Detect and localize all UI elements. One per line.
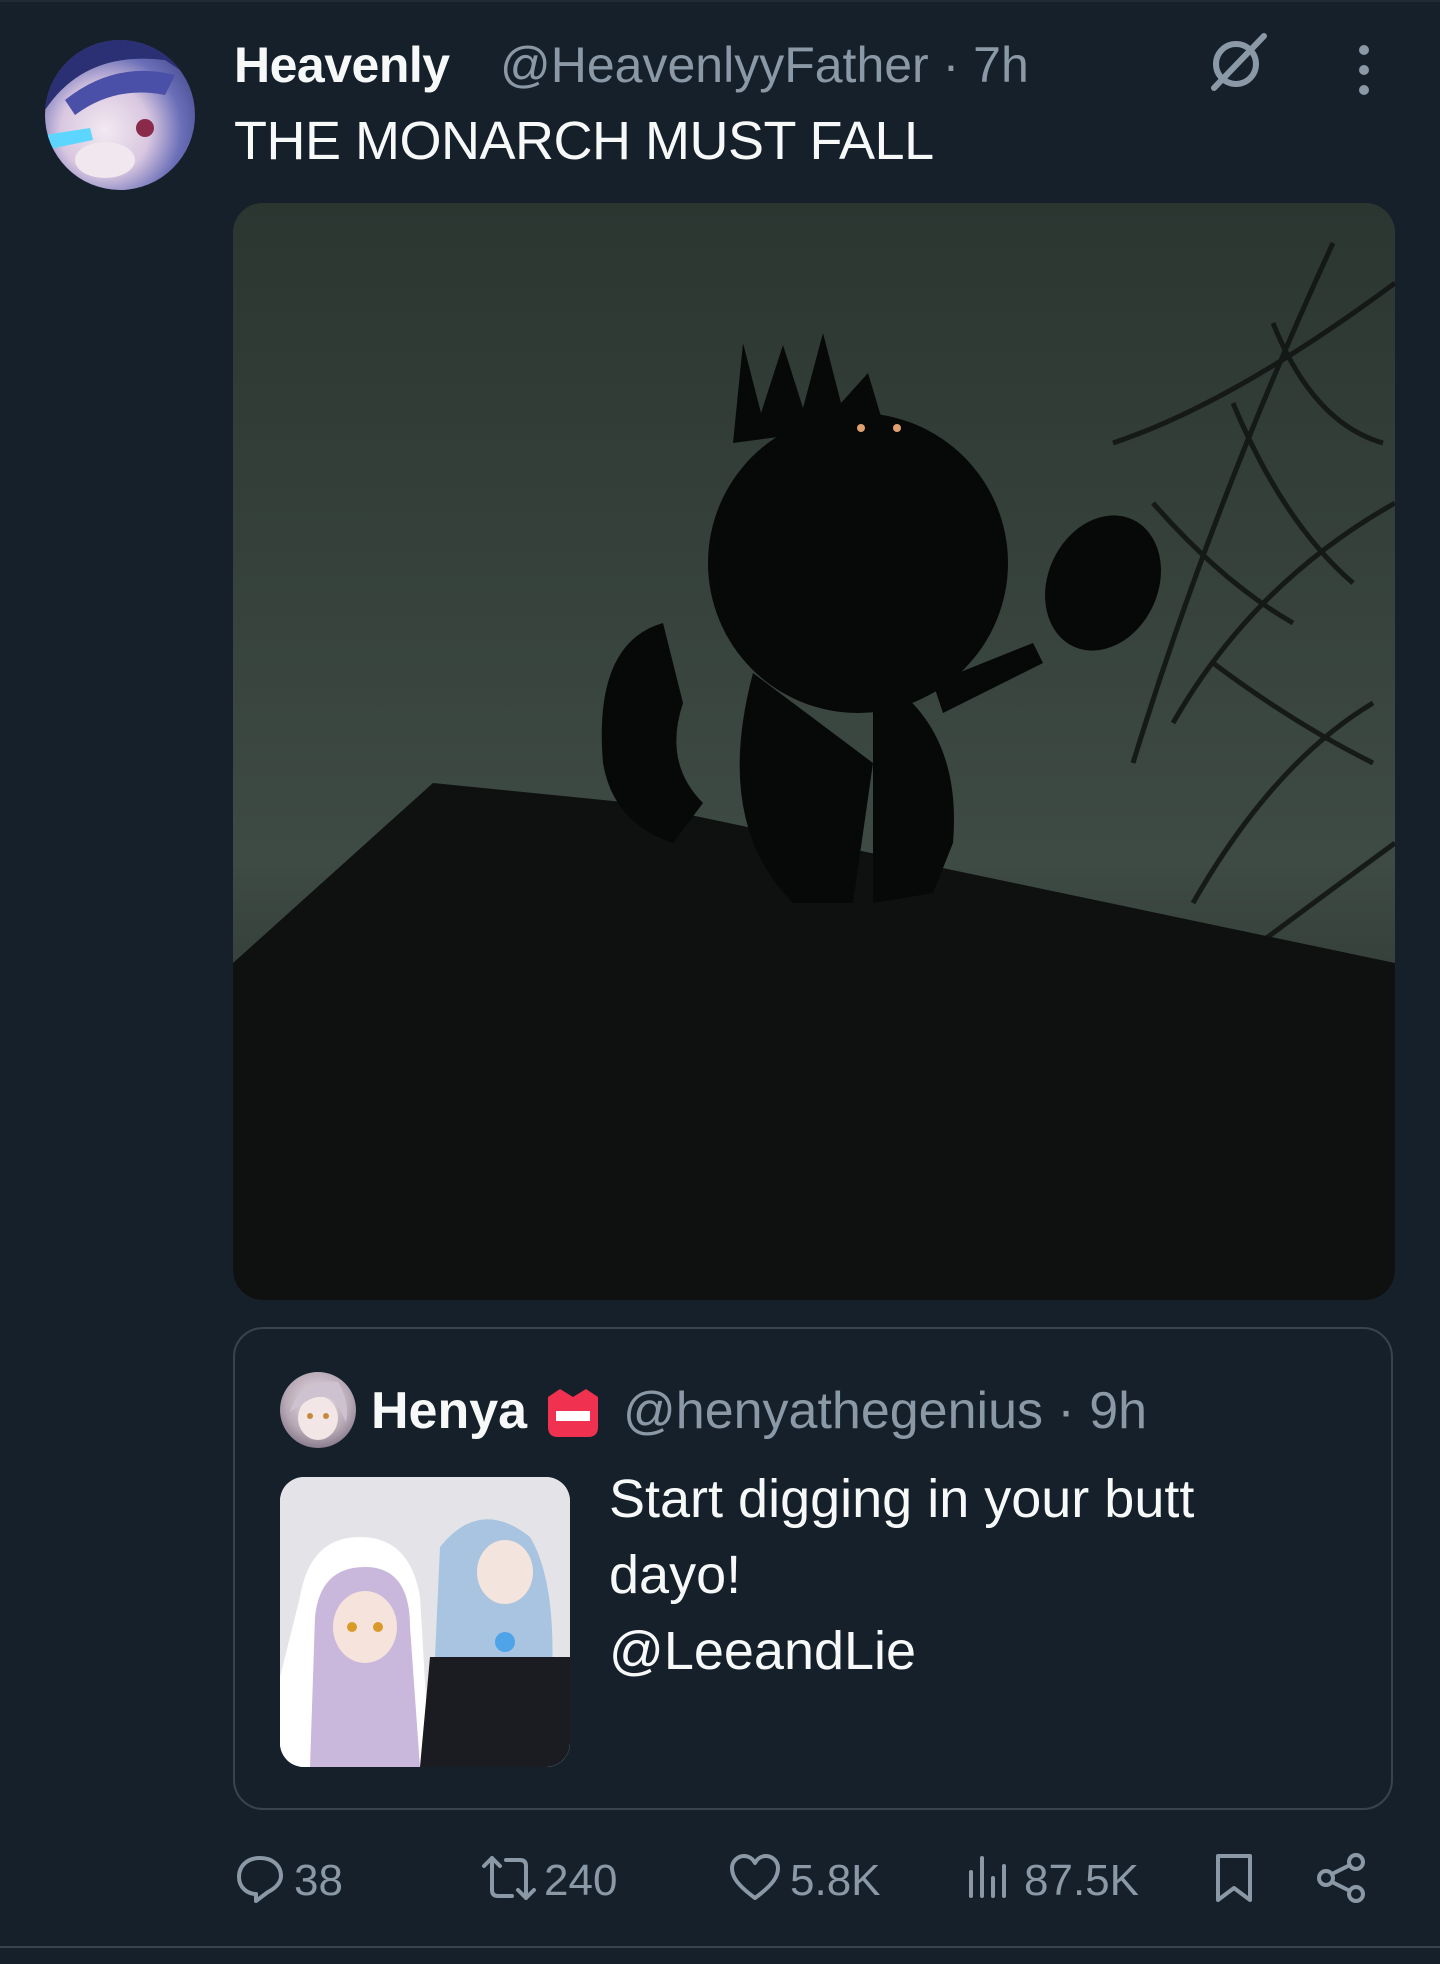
- quoted-author-avatar[interactable]: [280, 1372, 356, 1448]
- heart-icon: [730, 1854, 780, 1900]
- reply-button[interactable]: 38: [234, 1840, 364, 1920]
- like-button[interactable]: 5.8K: [728, 1840, 898, 1920]
- quoted-tweet-card[interactable]: Henya @henyathegenius · 9h Start digging…: [233, 1327, 1393, 1810]
- action-bar: 38 240 5.8K 87.5K: [0, 1840, 1440, 1920]
- share-icon: [1317, 1853, 1365, 1903]
- more-vertical-icon[interactable]: [1348, 40, 1380, 100]
- bookmark-icon: [1216, 1854, 1252, 1902]
- quoted-author-handle-time[interactable]: @henyathegenius · 9h: [623, 1381, 1147, 1441]
- quoted-author-name[interactable]: Henya: [371, 1381, 527, 1441]
- bookmark-button[interactable]: [1212, 1840, 1260, 1920]
- views-chart-icon: [969, 1856, 1006, 1898]
- crown-badge-icon: [548, 1389, 598, 1437]
- tweet-text: THE MONARCH MUST FALL: [234, 111, 934, 171]
- repost-icon: [482, 1856, 536, 1900]
- author-handle-time[interactable]: @HeavenlyyFather · 7h: [500, 36, 1029, 94]
- repost-button[interactable]: 240: [478, 1840, 648, 1920]
- views-button[interactable]: 87.5K: [966, 1840, 1146, 1920]
- like-count: 5.8K: [790, 1856, 881, 1905]
- grok-icon[interactable]: [1206, 30, 1270, 94]
- quoted-tweet-text: Start digging in your butt dayo! @Leeand…: [609, 1461, 1329, 1689]
- quoted-text-line: dayo!: [609, 1545, 742, 1605]
- repost-count: 240: [544, 1856, 618, 1905]
- reply-count: 38: [294, 1856, 343, 1905]
- bottom-divider: [0, 1946, 1440, 1948]
- author-name[interactable]: Heavenly: [234, 36, 450, 94]
- quoted-media-thumbnail[interactable]: [280, 1477, 570, 1767]
- quoted-text-line: Start digging in your butt: [609, 1469, 1195, 1529]
- author-avatar[interactable]: [45, 40, 195, 190]
- reply-icon: [237, 1856, 283, 1903]
- top-divider: [0, 0, 1440, 2]
- quoted-mention-link[interactable]: @LeeandLie: [609, 1613, 1329, 1689]
- tweet-media-image[interactable]: [233, 203, 1395, 1300]
- views-count: 87.5K: [1024, 1856, 1139, 1905]
- share-button[interactable]: [1314, 1840, 1370, 1920]
